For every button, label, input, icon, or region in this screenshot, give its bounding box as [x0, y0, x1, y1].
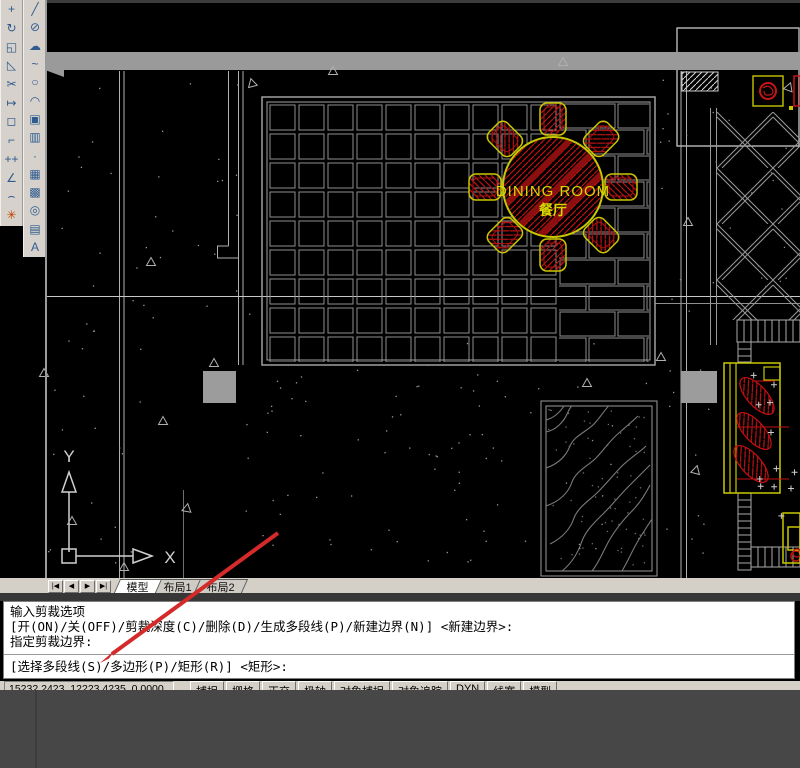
- move-button[interactable]: +: [1, 0, 22, 19]
- stretch-button[interactable]: ◺: [1, 56, 22, 75]
- tab-layout2[interactable]: 布局2: [194, 579, 249, 594]
- break-at-point-button[interactable]: ◻: [1, 112, 22, 131]
- model-toggle[interactable]: 模型: [523, 681, 558, 690]
- command-line-panel[interactable]: 输入剪裁选项 [开(ON)/关(OFF)/剪裁深度(C)/删除(D)/生成多段线…: [3, 601, 795, 679]
- snap-toggle[interactable]: 捕捉: [190, 681, 224, 690]
- insert-block-button[interactable]: ▣: [24, 110, 46, 128]
- multiline-text-button[interactable]: A: [24, 238, 46, 256]
- rotate-icon: ↻: [6, 21, 17, 36]
- layout-tab-bar: |◀ ◀ ▶ ▶| 模型 布局1 布局2: [0, 578, 800, 594]
- spline-button[interactable]: ~: [24, 55, 46, 73]
- break-icon: ⌐: [7, 133, 15, 148]
- gradient-button[interactable]: ▩: [24, 183, 46, 201]
- explode-button[interactable]: ✳: [1, 206, 22, 225]
- break-button[interactable]: ⌐: [1, 131, 22, 150]
- status-bar: 15232.2423, 12223.4235, 0.0000 捕捉 栅格 正交 …: [0, 681, 800, 690]
- insert-block-icon: ▣: [29, 111, 41, 126]
- band-seam: [35, 690, 37, 768]
- table-button[interactable]: ▤: [24, 220, 46, 238]
- revision-cloud-button[interactable]: ☁: [24, 37, 46, 55]
- tab-nav-first-button[interactable]: |◀: [48, 580, 63, 593]
- ortho-toggle[interactable]: 正交: [262, 681, 296, 690]
- column-left: [203, 371, 236, 403]
- command-history: 输入剪裁选项 [开(ON)/关(OFF)/剪裁深度(C)/删除(D)/生成多段线…: [4, 602, 794, 652]
- dyn-toggle[interactable]: DYN: [450, 681, 486, 690]
- window-gap-strip: [0, 593, 800, 601]
- top-clipped-strip: [45, 0, 800, 3]
- lattice-floor: [710, 108, 800, 345]
- dining-table: DINING ROOM 餐厅: [468, 102, 638, 272]
- coordinate-readout: 15232.2423, 12223.4235, 0.0000: [4, 681, 174, 690]
- polar-toggle[interactable]: 极轴: [298, 681, 332, 690]
- extend-button[interactable]: ↦: [1, 93, 22, 112]
- ucs-x-label: X: [164, 548, 175, 567]
- tab-nav-last-button[interactable]: ▶|: [96, 580, 111, 593]
- multiline-text-icon: A: [30, 240, 39, 254]
- ellipse-arc-icon: ◠: [29, 93, 41, 108]
- circle-button[interactable]: ⊘: [24, 18, 46, 36]
- table-icon: ▤: [29, 221, 41, 236]
- make-block-icon: ▥: [29, 130, 41, 145]
- make-block-button[interactable]: ▥: [24, 128, 46, 146]
- point-button[interactable]: ·: [24, 146, 46, 164]
- trim-icon: ✂: [6, 77, 17, 92]
- command-history-line: 指定剪裁边界:: [10, 634, 93, 650]
- command-history-line: 输入剪裁选项: [10, 604, 86, 619]
- join-button[interactable]: ++: [1, 150, 22, 169]
- tab-nav-next-button[interactable]: ▶: [80, 580, 95, 593]
- scale-button[interactable]: ◱: [1, 37, 22, 56]
- stretch-icon: ◺: [6, 58, 17, 73]
- break-at-point-icon: ◻: [6, 114, 17, 129]
- explode-icon: ✳: [6, 207, 17, 222]
- ellipse-button[interactable]: ○: [24, 73, 46, 91]
- move-icon: +: [7, 2, 15, 17]
- tab-model[interactable]: 模型: [113, 579, 163, 594]
- chamfer-button[interactable]: ∠: [1, 168, 22, 187]
- region-icon: ◎: [29, 203, 41, 218]
- arc-button[interactable]: ╱: [24, 0, 46, 18]
- fillet-icon: ⌢: [7, 189, 16, 204]
- revision-cloud-icon: ☁: [29, 38, 41, 53]
- spline-icon: ~: [31, 57, 39, 72]
- command-prompt[interactable]: [选择多段线(S)/多边形(P)/矩形(R)] <矩形>:: [4, 654, 794, 674]
- tab-nav-prev-button[interactable]: ◀: [64, 580, 79, 593]
- scale-icon: ◱: [5, 39, 18, 54]
- command-history-line: [开(ON)/关(OFF)/剪裁深度(C)/删除(D)/生成多段线(P)/新建边…: [10, 619, 514, 635]
- arc-icon: ╱: [31, 2, 39, 17]
- screenshot-bottom-band: [0, 690, 800, 768]
- ellipse-icon: ○: [31, 75, 39, 90]
- ellipse-arc-button[interactable]: ◠: [24, 91, 46, 109]
- grid-toggle[interactable]: 栅格: [226, 681, 260, 690]
- column-right: [681, 371, 717, 403]
- region-button[interactable]: ◎: [24, 201, 46, 219]
- gradient-icon: ▩: [29, 185, 41, 200]
- canvas-left-border: [45, 0, 47, 578]
- dining-room-label-zh: 餐厅: [538, 202, 567, 218]
- trim-button[interactable]: ✂: [1, 75, 22, 94]
- draw-toolbar: ╱ ⊘ ☁ ~ ○ ◠ ▣ ▥ · ▦ ▩ ◎ ▤ A: [23, 0, 47, 257]
- extend-icon: ↦: [6, 95, 17, 110]
- circle-icon: ⊘: [29, 20, 41, 35]
- fillet-button[interactable]: ⌢: [1, 187, 22, 206]
- hatch-icon: ▦: [29, 166, 41, 181]
- osnap-toggle[interactable]: 对象捕捉: [334, 681, 390, 690]
- otrack-toggle[interactable]: 对象追踪: [392, 681, 448, 690]
- hatch-button[interactable]: ▦: [24, 165, 46, 183]
- modify-toolbar: + ↻ ◱ ◺ ✂ ↦ ◻ ⌐ ++ ∠ ⌢ ✳: [0, 0, 23, 226]
- lineweight-toggle[interactable]: 线宽: [487, 681, 522, 690]
- ucs-y-label: Y: [63, 447, 74, 466]
- rotate-button[interactable]: ↻: [1, 19, 22, 38]
- join-icon: ++: [4, 151, 19, 166]
- point-icon: ·: [33, 148, 37, 163]
- model-space-canvas[interactable]: DINING ROOM 餐厅 Y X: [0, 0, 800, 578]
- chamfer-icon: ∠: [6, 170, 17, 185]
- dining-room-label: DINING ROOM: [496, 183, 610, 200]
